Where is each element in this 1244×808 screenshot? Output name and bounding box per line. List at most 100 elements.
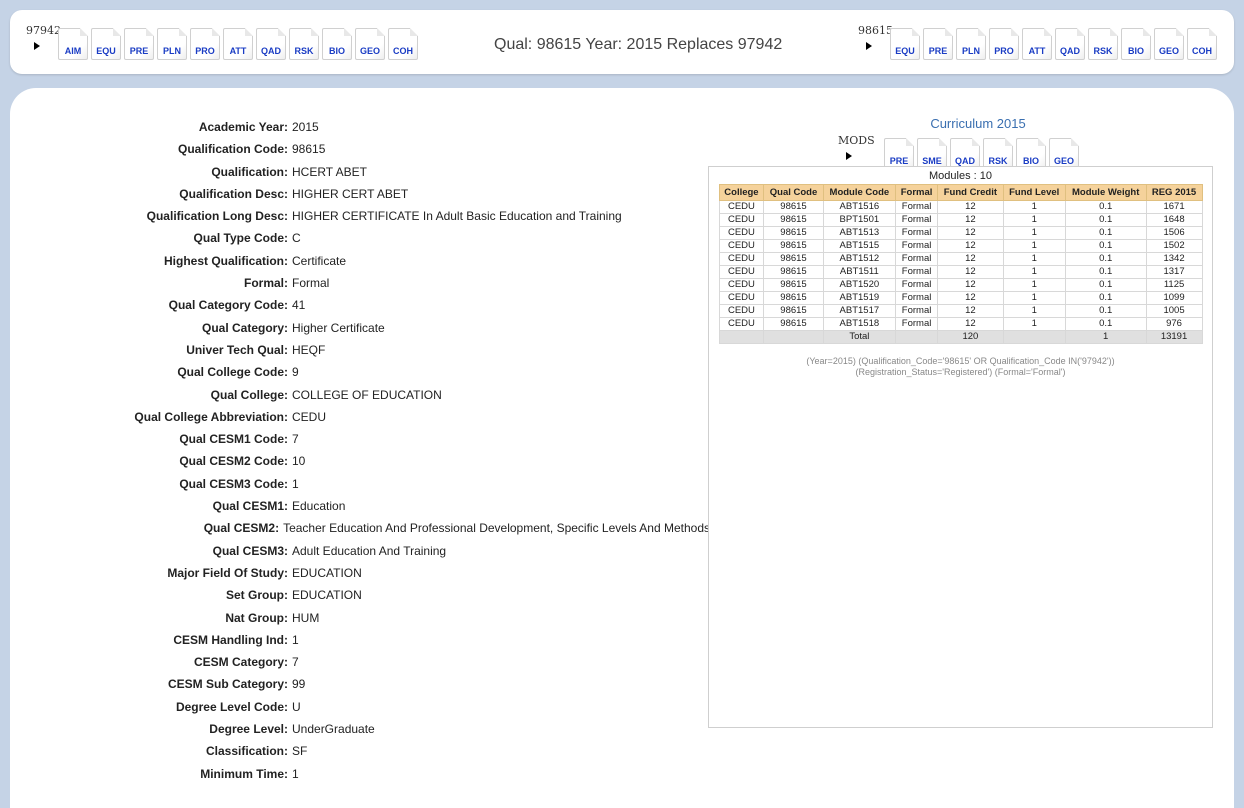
table-cell: Formal (895, 213, 939, 227)
table-row: CEDU 98615 ABT1516 Formal 12 1 0.1 1671 (718, 200, 1203, 214)
table-cell: 0.1 (1064, 291, 1147, 305)
left-pro-button[interactable]: PRO (190, 28, 220, 60)
table-cell: 0.1 (1064, 317, 1147, 331)
table-cell: 0.1 (1064, 265, 1147, 279)
table-cell: ABT1512 (822, 252, 897, 266)
field-label: Classification: (205, 744, 288, 759)
qualification-title: Qual: 98615 Year: 2015 Replaces 97942 (494, 36, 783, 53)
play-arrow-icon (846, 152, 852, 160)
right-coh-button[interactable]: COH (1187, 28, 1217, 60)
field-row: CESM Handling Ind: 1 (10, 629, 710, 651)
left-geo-button[interactable]: GEO (355, 28, 385, 60)
field-row: Academic Year: 2015 (10, 116, 710, 138)
table-cell: ABT1519 (822, 291, 897, 305)
table-row: CEDU 98615 ABT1511 Formal 12 1 0.1 1317 (718, 265, 1203, 279)
right-geo-button[interactable]: GEO (1154, 28, 1184, 60)
field-row: CESM Sub Category: 99 (10, 673, 710, 695)
field-label: Qualification Code: (177, 142, 288, 157)
field-row: Qual Category Code: 41 (10, 294, 710, 316)
field-label: CESM Handling Ind: (173, 632, 288, 647)
left-rsk-button[interactable]: RSK (289, 28, 319, 60)
table-cell: Formal (895, 226, 939, 240)
right-pro-button[interactable]: PRO (989, 28, 1019, 60)
table-cell: Formal (895, 200, 939, 214)
field-label: Formal: (243, 276, 288, 291)
top-toolbar: 97942 AIM EQU PRE PLN PRO ATT QAD RSK BIO GEO COH … (10, 10, 1234, 74)
table-row: CEDU 98615 BPT1501 Formal 12 1 0.1 1648 (718, 213, 1203, 227)
table-cell: Formal (895, 278, 939, 292)
table-cell: CEDU (718, 317, 765, 331)
field-row: Qual College: COLLEGE OF EDUCATION (10, 384, 710, 406)
field-value: EDUCATION (292, 565, 362, 580)
field-label: Nat Group: (225, 610, 288, 625)
left-att-button[interactable]: ATT (223, 28, 253, 60)
field-label: Qualification Desc: (179, 186, 288, 201)
modules-table: College Qual Code Module Code Formal Fund Cr… (718, 184, 1203, 344)
field-value: HUM (292, 610, 320, 625)
table-cell: CEDU (718, 200, 765, 214)
left-bio-button[interactable]: BIO (322, 28, 352, 60)
field-value: 1 (292, 632, 299, 647)
field-row: Qual College Code: 9 (10, 361, 710, 383)
total-row: Total 120 1 13191 (718, 330, 1203, 344)
field-label: Set Group: (226, 588, 288, 603)
left-qual-code[interactable]: 97942 (26, 24, 61, 60)
table-cell: CEDU (718, 252, 765, 266)
field-value: HCERT ABET (292, 164, 367, 179)
field-label: Qual Category Code: (168, 298, 288, 313)
table-cell: CEDU (718, 304, 765, 318)
right-qual-code[interactable]: 98615 (858, 24, 893, 60)
table-cell: CEDU (718, 226, 765, 240)
right-bio-button[interactable]: BIO (1121, 28, 1151, 60)
field-row: Formal: Formal (10, 272, 710, 294)
table-cell: 1099 (1145, 291, 1203, 305)
column-header: Module Weight (1064, 184, 1147, 201)
field-label: Qual CESM3: (212, 543, 288, 558)
table-cell: ABT1520 (822, 278, 897, 292)
play-arrow-icon (34, 42, 40, 50)
field-value: HEQF (292, 342, 326, 357)
right-pln-button[interactable]: PLN (956, 28, 986, 60)
query-note-line2: (Registration_Status='Registered') (Form… (855, 367, 1066, 377)
field-label: Qual CESM1 Code: (179, 432, 288, 447)
table-cell: 0.1 (1064, 278, 1147, 292)
field-value: HIGHER CERTIFICATE In Adult Basic Educat… (292, 209, 622, 224)
field-row: Qual College Abbreviation: CEDU (10, 406, 710, 428)
right-rsk-button[interactable]: RSK (1088, 28, 1118, 60)
table-cell: 12 (937, 317, 1004, 331)
field-row: Qualification Code: 98615 (10, 138, 710, 160)
field-value: C (292, 231, 301, 246)
field-label: Qual Category: (201, 320, 288, 335)
left-qad-button[interactable]: QAD (256, 28, 286, 60)
table-row: CEDU 98615 ABT1519 Formal 12 1 0.1 1099 (718, 291, 1203, 305)
field-value: Teacher Education And Professional Devel… (283, 521, 710, 536)
field-value: 7 (292, 432, 299, 447)
left-aim-button[interactable]: AIM (58, 28, 88, 60)
table-cell: 12 (937, 291, 1004, 305)
table-cell: 1 (1002, 239, 1066, 253)
left-pre-button[interactable]: PRE (124, 28, 154, 60)
right-qad-button[interactable]: QAD (1055, 28, 1085, 60)
field-value: Higher Certificate (292, 320, 385, 335)
table-cell: BPT1501 (822, 213, 897, 227)
field-value: Education (292, 499, 346, 514)
field-value: 41 (292, 298, 306, 313)
column-header: College (718, 184, 765, 201)
left-equ-button[interactable]: EQU (91, 28, 121, 60)
field-row: Qual Category: Higher Certificate (10, 317, 710, 339)
table-cell: 98615 (763, 317, 824, 331)
right-pre-button[interactable]: PRE (923, 28, 953, 60)
field-row: Qual CESM1: Education (10, 495, 710, 517)
table-cell: ABT1518 (822, 317, 897, 331)
modules-box: Modules : 10 College Qual Code Module Code… (708, 166, 1213, 728)
right-equ-button[interactable]: EQU (890, 28, 920, 60)
column-header: Qual Code (763, 184, 824, 201)
table-cell: CEDU (718, 239, 765, 253)
table-cell: 1317 (1145, 265, 1203, 279)
left-coh-button[interactable]: COH (388, 28, 418, 60)
table-cell: CEDU (718, 291, 765, 305)
left-pln-button[interactable]: PLN (157, 28, 187, 60)
right-att-button[interactable]: ATT (1022, 28, 1052, 60)
query-note-line1: (Year=2015) (Qualification_Code='98615' … (806, 356, 1115, 366)
mods-code[interactable]: MODS (838, 134, 884, 170)
